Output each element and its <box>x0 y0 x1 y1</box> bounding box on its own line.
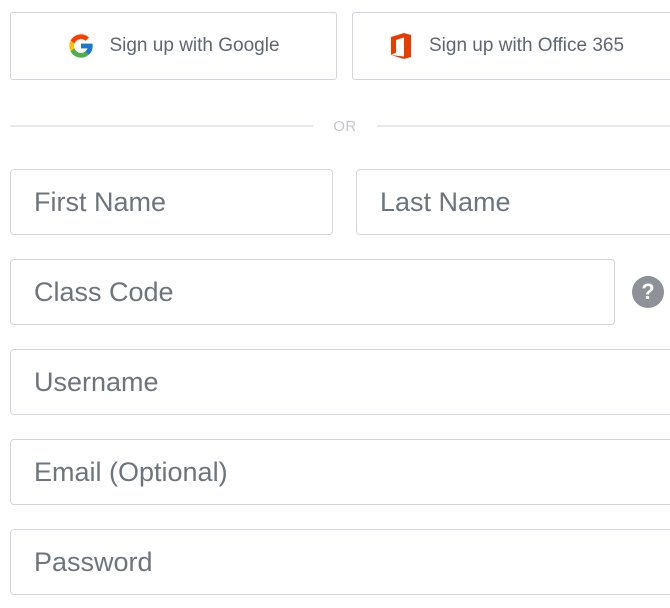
google-g-icon <box>67 32 95 60</box>
divider-line-left <box>10 125 313 127</box>
class-code-input[interactable] <box>10 259 615 325</box>
google-signup-label: Sign up with Google <box>109 35 280 56</box>
office-365-icon <box>387 32 415 60</box>
divider-line-right <box>377 125 670 127</box>
help-circle-icon[interactable]: ? <box>632 276 664 308</box>
signup-form: Sign up with Google Sign up with Office … <box>0 0 670 608</box>
divider-text: OR <box>333 117 357 135</box>
office365-signup-button[interactable]: Sign up with Office 365 <box>352 12 670 80</box>
office365-signup-label: Sign up with Office 365 <box>429 35 625 56</box>
google-signup-button[interactable]: Sign up with Google <box>10 12 337 80</box>
or-divider: OR <box>10 114 670 138</box>
last-name-input[interactable] <box>356 169 670 235</box>
email-input[interactable] <box>10 439 670 505</box>
password-input[interactable] <box>10 529 670 595</box>
username-input[interactable] <box>10 349 670 415</box>
first-name-input[interactable] <box>10 169 333 235</box>
